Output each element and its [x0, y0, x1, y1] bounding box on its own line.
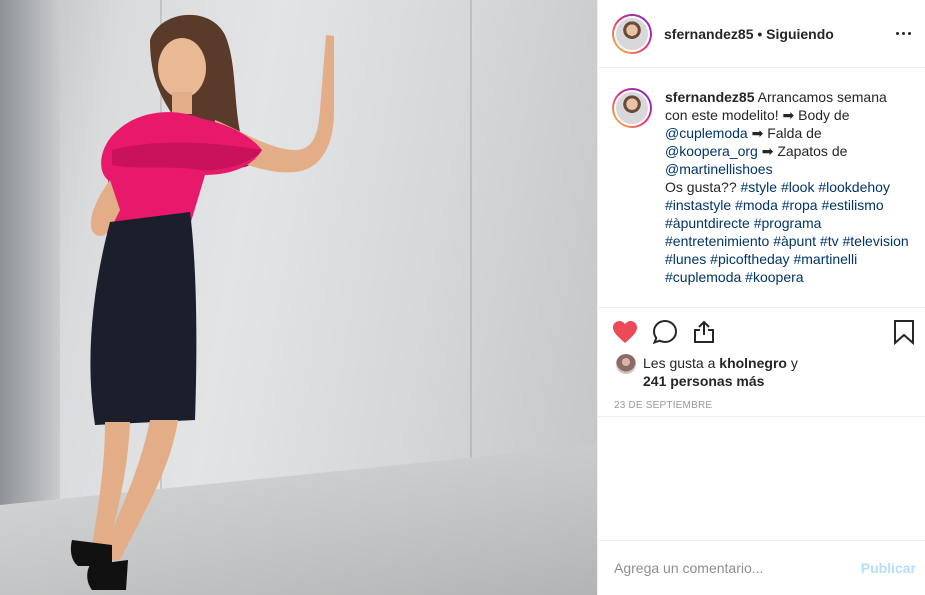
post-side-panel: sfernandez85 • Siguiendo sfernandez85 Ar… [597, 0, 925, 595]
caption-line: ➡ Zapatos de [761, 143, 848, 159]
woman-figure [70, 14, 334, 590]
comment-input[interactable]: Agrega un comentario... [614, 560, 861, 576]
likes-text: Les gusta a kholnegro y 241 personas más [643, 354, 798, 390]
mention-link[interactable]: @martinellishoes [665, 161, 773, 177]
hashtag-link[interactable]: #martinelli [793, 251, 857, 267]
hashtag-link[interactable]: #koopera [745, 269, 803, 285]
comment-form: Agrega un comentario... Publicar [598, 540, 925, 595]
hashtag-link[interactable]: #moda [735, 197, 778, 213]
hashtag-link[interactable]: #look [781, 179, 814, 195]
hashtag-link[interactable]: #tv [820, 233, 839, 249]
likes-conj: y [790, 355, 798, 371]
bookmark-icon[interactable] [893, 312, 917, 352]
mention-link[interactable]: @cuplemoda [665, 125, 748, 141]
mention-link[interactable]: @koopera_org [665, 143, 758, 159]
caption-section: sfernandez85 Arrancamos semana con este … [598, 68, 925, 308]
post-date[interactable]: 23 DE SEPTIEMBRE [598, 395, 925, 417]
avatar[interactable] [612, 13, 652, 54]
hashtag-link[interactable]: #cuplemoda [665, 269, 741, 285]
header-username[interactable]: sfernandez85 [664, 26, 753, 42]
caption-line: ➡ Falda de [751, 125, 822, 141]
hashtag-link[interactable]: #lunes [665, 251, 706, 267]
hashtag-link[interactable]: #picoftheday [710, 251, 789, 267]
hashtag-link[interactable]: #àpuntdirecte [665, 215, 750, 231]
hashtag-link[interactable]: #style [741, 179, 778, 195]
instagram-post-modal: sfernandez85 • Siguiendo sfernandez85 Ar… [0, 0, 925, 595]
publish-button[interactable]: Publicar [861, 560, 916, 576]
avatar[interactable] [612, 88, 652, 128]
hashtag-link[interactable]: #ropa [782, 197, 818, 213]
caption-line: Os gusta?? [665, 179, 737, 195]
likes-prefix: Les gusta a [643, 355, 716, 371]
hashtag-link[interactable]: #television [842, 233, 908, 249]
heart-icon[interactable] [612, 312, 652, 352]
caption-text: sfernandez85 Arrancamos semana con este … [665, 88, 911, 307]
header-separator: • [757, 25, 763, 42]
hashtag-link[interactable]: #programa [754, 215, 822, 231]
header-meta: sfernandez85 • Siguiendo [664, 26, 887, 42]
post-header: sfernandez85 • Siguiendo [598, 0, 925, 68]
hashtag-link[interactable]: #lookdehoy [818, 179, 890, 195]
caption-username[interactable]: sfernandez85 [665, 89, 754, 105]
comment-icon[interactable] [652, 312, 692, 352]
hashtag-link[interactable]: #estilismo [821, 197, 883, 213]
more-options-icon[interactable] [887, 32, 911, 35]
hashtag-link[interactable]: #entretenimiento [665, 233, 769, 249]
follow-status-button[interactable]: Siguiendo [766, 26, 834, 42]
share-icon[interactable] [692, 312, 732, 352]
hashtag-link[interactable]: #instastyle [665, 197, 731, 213]
hashtag-link[interactable]: #àpunt [773, 233, 816, 249]
liker-avatar[interactable] [616, 354, 636, 374]
post-photo[interactable] [0, 0, 597, 595]
liker-username[interactable]: kholnegro [719, 355, 787, 371]
likes-others-link[interactable]: 241 personas más [643, 373, 764, 389]
likes-summary: Les gusta a kholnegro y 241 personas más [598, 354, 925, 390]
action-bar [598, 308, 925, 356]
